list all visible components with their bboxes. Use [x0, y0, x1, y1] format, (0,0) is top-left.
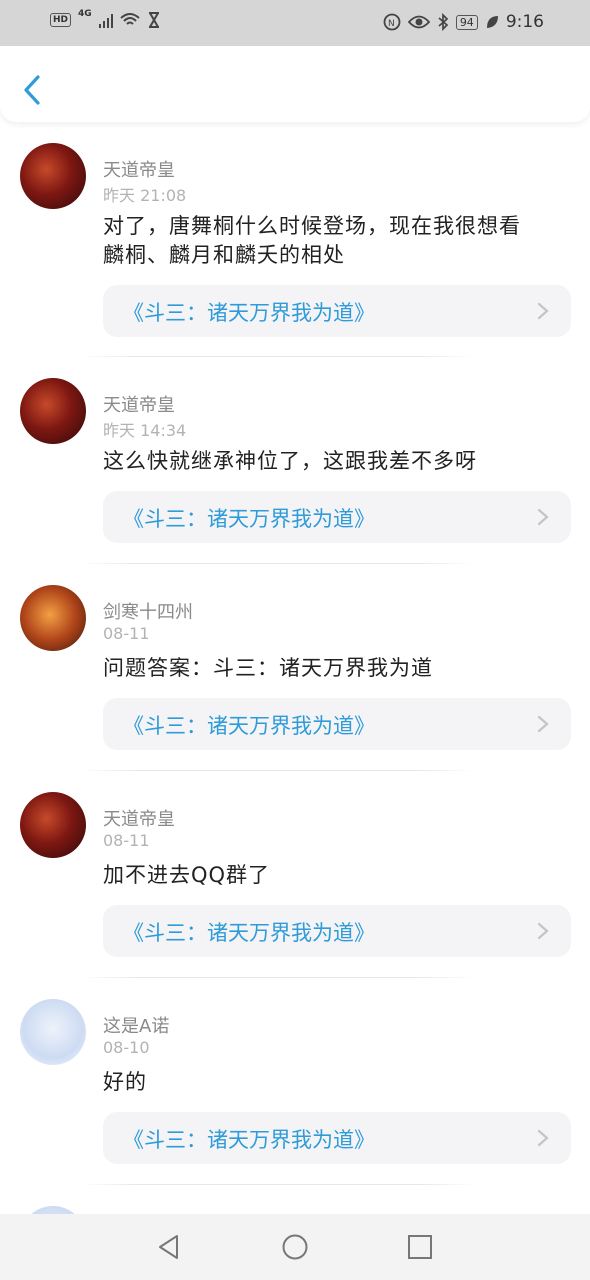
divider [80, 356, 475, 357]
comment-text: 这么快就继承神位了，这跟我差不多呀 [103, 447, 573, 476]
system-nav-bar [0, 1214, 590, 1280]
chevron-right-icon [537, 508, 549, 526]
book-title: 《斗三：诸天万界我为道》 [123, 1128, 375, 1152]
svg-text:N: N [388, 19, 395, 29]
back-triangle-icon[interactable] [155, 1233, 183, 1261]
wifi-icon [120, 13, 140, 25]
eye-icon [407, 15, 430, 29]
recents-square-icon[interactable] [406, 1233, 434, 1261]
divider [80, 770, 475, 771]
chevron-right-icon [537, 922, 549, 940]
avatar[interactable] [20, 143, 86, 209]
chevron-right-icon [537, 1129, 549, 1147]
comment-text-line: 加不进去QQ群了 [103, 863, 271, 887]
hd-icon: HD [50, 13, 72, 27]
comment-time: 昨天 14:34 [103, 421, 187, 440]
book-title: 《斗三：诸天万界我为道》 [123, 714, 375, 738]
comment-time: 08-10 [103, 1038, 150, 1057]
divider [80, 563, 475, 564]
comment-text-line: 麟桐、麟月和麟夭的相处 [103, 243, 345, 267]
signal-bars-icon [98, 13, 114, 28]
comment-text: 对了，唐舞桐什么时候登场，现在我很想看 麟桐、麟月和麟夭的相处 [103, 212, 573, 270]
avatar[interactable] [20, 1206, 86, 1214]
avatar[interactable] [20, 378, 86, 444]
comment-text-line: 问题答案：斗三：诸天万界我为道 [103, 656, 433, 680]
book-link-card[interactable]: 《斗三：诸天万界我为道》 [103, 491, 571, 543]
book-link-card[interactable]: 《斗三：诸天万界我为道》 [103, 698, 571, 750]
comment-text-line: 对了，唐舞桐什么时候登场，现在我很想看 [103, 214, 521, 238]
top-app-bar [0, 46, 590, 122]
leaf-icon [486, 16, 498, 28]
chevron-right-icon [537, 302, 549, 320]
book-title: 《斗三：诸天万界我为道》 [123, 507, 375, 531]
book-title: 《斗三：诸天万界我为道》 [123, 921, 375, 945]
avatar[interactable] [20, 585, 86, 651]
battery-icon: 94 [455, 14, 478, 30]
comment-list[interactable]: 天道帝皇 昨天 21:08 对了，唐舞桐什么时候登场，现在我很想看 麟桐、麟月和… [0, 122, 590, 1214]
comment-author[interactable]: 天道帝皇 [103, 156, 175, 182]
comment-text: 好的 [103, 1068, 573, 1097]
book-link-card[interactable]: 《斗三：诸天万界我为道》 [103, 285, 571, 337]
comment-time: 昨天 21:08 [103, 186, 187, 205]
status-right: N 94 9:16 [383, 12, 544, 32]
chevron-right-icon [537, 715, 549, 733]
comment-text-line: 好的 [103, 1070, 147, 1094]
status-bar: HD 4G N 94 9:16 [0, 0, 590, 46]
comment-time: 08-11 [103, 624, 150, 643]
comment-time: 08-11 [103, 831, 150, 850]
comment-author[interactable]: 天道帝皇 [103, 391, 175, 417]
divider [80, 1184, 475, 1185]
comment-author[interactable]: 天道帝皇 [103, 805, 175, 831]
clock: 9:16 [505, 12, 544, 32]
nfc-icon: N [383, 13, 401, 31]
hourglass-icon [149, 12, 160, 28]
divider [80, 977, 475, 978]
comment-text-line: 这么快就继承神位了，这跟我差不多呀 [103, 449, 477, 473]
4g-signal-icon: 4G [78, 9, 92, 19]
book-link-card[interactable]: 《斗三：诸天万界我为道》 [103, 1112, 571, 1164]
status-left: HD 4G [50, 9, 161, 28]
avatar[interactable] [20, 999, 86, 1065]
bluetooth-icon [438, 13, 449, 31]
book-link-card[interactable]: 《斗三：诸天万界我为道》 [103, 905, 571, 957]
avatar[interactable] [20, 792, 86, 858]
home-circle-icon[interactable] [281, 1233, 309, 1261]
comment-author[interactable]: 剑寒十四州 [103, 598, 193, 624]
comment-text: 加不进去QQ群了 [103, 861, 573, 890]
chevron-left-icon[interactable] [22, 74, 42, 106]
comment-text: 问题答案：斗三：诸天万界我为道 [103, 654, 573, 683]
book-title: 《斗三：诸天万界我为道》 [123, 301, 375, 325]
comment-author[interactable]: 这是A诺 [103, 1012, 169, 1038]
